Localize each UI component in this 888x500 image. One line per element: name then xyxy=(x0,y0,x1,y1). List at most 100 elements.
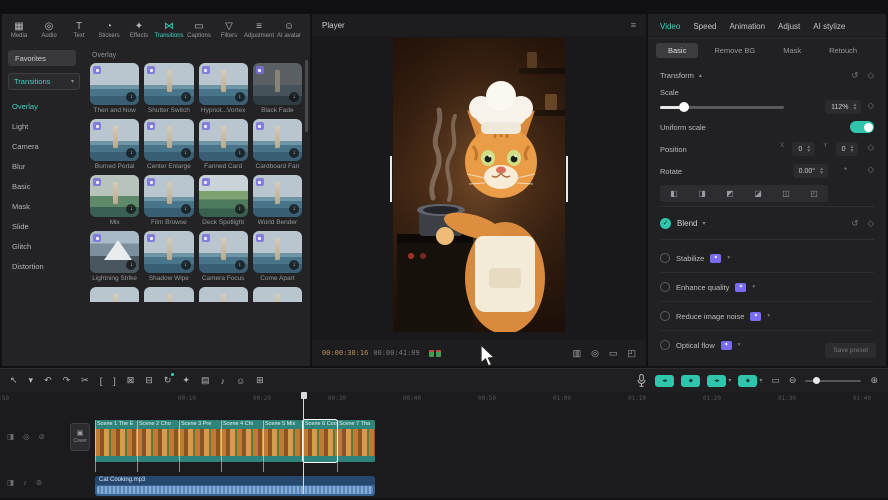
align-icon[interactable]: ◰ xyxy=(810,189,818,198)
feature-checkbox[interactable] xyxy=(660,282,670,292)
timeline-tool-icon[interactable]: ▾ xyxy=(29,375,34,386)
rotate-value-input[interactable]: 0.00° ▲▼ xyxy=(793,164,828,178)
timeline-tool-icon[interactable]: ✂ xyxy=(81,375,89,386)
transition-thumbnail[interactable] xyxy=(253,287,302,302)
rotate-dial-icon[interactable]: ◔ xyxy=(842,164,847,178)
toolbar-tab[interactable]: ✦ Effects xyxy=(124,21,154,39)
toolbar-tab[interactable]: ▽ Filters xyxy=(214,21,244,39)
chevron-down-icon[interactable]: ▾ xyxy=(727,255,730,261)
transition-item[interactable]: ↓ Come Apart xyxy=(253,231,302,282)
transition-item[interactable]: ↓ Mix xyxy=(90,175,139,226)
timeline-mode-toggle[interactable]: ◂▸ xyxy=(707,375,731,387)
transition-item[interactable]: ↓ Shadow Wipe xyxy=(144,231,193,282)
inspector-tab[interactable]: AI stylize xyxy=(813,22,845,31)
blend-checkbox[interactable]: ✓ xyxy=(660,218,671,229)
playhead[interactable] xyxy=(303,392,304,494)
video-clip[interactable]: Scene 7 Tha xyxy=(337,420,375,462)
timeline-tool-icon[interactable]: ▤ xyxy=(201,375,210,386)
timeline-mode-toggle[interactable]: ◆ xyxy=(738,375,762,387)
timeline-tool-icon[interactable]: ↖ xyxy=(10,375,18,386)
player-control-icon[interactable]: ▥ xyxy=(573,348,582,359)
align-icon[interactable]: ◨ xyxy=(698,189,706,198)
inspector-tab[interactable]: Animation xyxy=(729,22,765,31)
feature-checkbox[interactable] xyxy=(660,311,670,321)
transition-item[interactable]: ↓ Cardboard Fan xyxy=(253,119,302,170)
sidebar-section-item[interactable]: Basic xyxy=(8,176,86,196)
transition-item[interactable]: ↓ Hypnot...Vortex xyxy=(199,63,248,114)
track-control-icon[interactable]: ◨ xyxy=(7,432,14,441)
video-clip[interactable]: Scene 1 The E xyxy=(95,420,137,462)
keyframe-icon[interactable]: ◇ xyxy=(867,142,874,156)
transition-item[interactable]: ↓ Fanned Card xyxy=(199,119,248,170)
video-clip[interactable]: Scene 4 Chi xyxy=(221,420,263,462)
sidebar-section-item[interactable]: Distortion xyxy=(8,256,86,276)
transform-section-header[interactable]: Transform ▴ ↺ ◇ xyxy=(660,64,874,86)
category-dropdown[interactable]: Transitions ▾ xyxy=(8,73,80,90)
inspector-tab[interactable]: Speed xyxy=(693,22,716,31)
sidebar-section-item[interactable]: Light xyxy=(8,116,86,136)
sidebar-section-item[interactable]: Slide xyxy=(8,216,86,236)
timeline-tool-icon[interactable]: [ xyxy=(100,376,103,386)
timeline-tool-icon[interactable]: ☺ xyxy=(236,376,245,386)
sidebar-section-item[interactable]: Overlay xyxy=(8,96,86,116)
keyframe-icon[interactable]: ◇ xyxy=(867,100,874,114)
player-control-icon[interactable]: ◰ xyxy=(627,348,636,359)
inspector-subtab[interactable]: Mask xyxy=(771,43,813,58)
track-control-icon[interactable]: ◨ xyxy=(7,478,14,487)
player-control-icon[interactable]: ◎ xyxy=(591,348,599,359)
player-menu-icon[interactable]: ≡ xyxy=(631,20,636,30)
inspector-subtab[interactable]: Basic xyxy=(656,43,698,58)
transition-item[interactable]: ↓ Burned Portal xyxy=(90,119,139,170)
align-icon[interactable]: ◧ xyxy=(670,189,678,198)
video-clip[interactable]: Scene 2 Cho xyxy=(137,420,179,462)
selection-handle-left[interactable] xyxy=(390,156,392,202)
timeline-mode-toggle[interactable]: ◂▸ xyxy=(655,375,674,387)
track-control-icon[interactable]: ⊘ xyxy=(36,478,42,487)
align-icon[interactable]: ◪ xyxy=(754,189,762,198)
timeline-tool-icon[interactable]: ♪ xyxy=(220,376,225,386)
sidebar-section-item[interactable]: Glitch xyxy=(8,236,86,256)
stepper-icons[interactable]: ▲▼ xyxy=(819,167,824,176)
transition-thumbnail[interactable] xyxy=(144,287,193,302)
scale-slider-knob[interactable] xyxy=(679,102,689,112)
position-y-input[interactable]: 0 ▲▼ xyxy=(836,142,859,156)
transition-item[interactable]: ↓ Film Browse xyxy=(144,175,193,226)
chevron-down-icon[interactable]: ▾ xyxy=(738,342,741,348)
timeline-tool-icon[interactable]: ] xyxy=(113,376,116,386)
zoom-slider-knob[interactable] xyxy=(813,377,820,384)
inspector-tab[interactable]: Adjust xyxy=(778,22,800,31)
toolbar-tab[interactable]: ◎ Audio xyxy=(34,21,64,39)
chevron-down-icon[interactable]: ▾ xyxy=(702,220,705,227)
microphone-icon[interactable] xyxy=(637,374,646,387)
uniform-scale-toggle[interactable] xyxy=(850,121,874,133)
zoom-in-icon[interactable]: ⊕ xyxy=(870,375,878,386)
inspector-subtab[interactable]: Retouch xyxy=(817,43,869,58)
toolbar-tab[interactable]: ▭ Captions xyxy=(184,21,214,39)
transition-item[interactable]: ↓ Black Fade xyxy=(253,63,302,114)
timeline-mode-toggle[interactable]: ◆ xyxy=(681,375,700,387)
transition-item[interactable]: ↓ Then and Now xyxy=(90,63,139,114)
keyframe-icon[interactable]: ◇ xyxy=(867,70,874,81)
toolbar-tab[interactable]: ≡ Adjustment xyxy=(244,21,274,39)
inspector-tab[interactable]: Video xyxy=(660,22,680,31)
toolbar-tab[interactable]: ☺ AI avatar xyxy=(274,21,304,39)
favorites-button[interactable]: Favorites xyxy=(8,50,76,66)
toolbar-tab[interactable]: T Text xyxy=(64,21,94,39)
timeline-tool-icon[interactable]: ↷ xyxy=(63,375,71,386)
save-preset-button[interactable]: Save preset xyxy=(825,343,876,358)
track-control-icon[interactable]: ◎ xyxy=(23,432,30,441)
timeline-tool-icon[interactable]: ⊟ xyxy=(145,375,153,386)
selection-handle-right[interactable] xyxy=(566,156,568,202)
cover-button[interactable]: ▣ Cover xyxy=(70,423,90,451)
feature-checkbox[interactable] xyxy=(660,340,670,350)
stepper-icons[interactable]: ▲▼ xyxy=(806,145,811,154)
stepper-icons[interactable]: ▲▼ xyxy=(853,103,858,112)
timeline-tool-icon[interactable]: ⊠ xyxy=(127,375,135,386)
transition-thumbnail[interactable] xyxy=(199,287,248,302)
scale-slider[interactable] xyxy=(660,106,784,109)
timeline-tool-icon[interactable]: ✦ xyxy=(182,375,190,386)
toolbar-tab[interactable]: ◔ Stickers xyxy=(94,21,124,39)
audio-clip[interactable]: Cat Cooking.mp3 xyxy=(95,476,375,496)
feature-checkbox[interactable] xyxy=(660,253,670,263)
keyframe-icon[interactable]: ◇ xyxy=(867,218,874,229)
